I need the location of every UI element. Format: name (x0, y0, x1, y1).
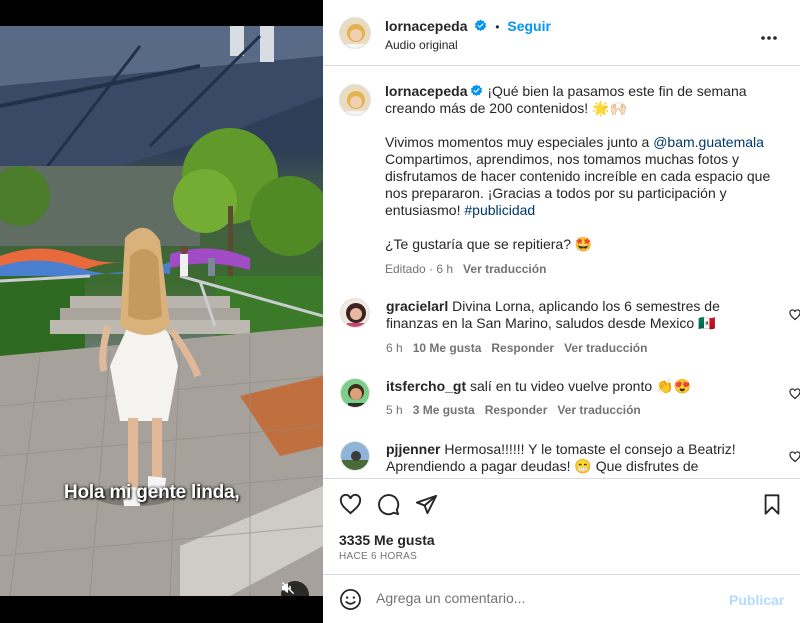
comment-text: itsfercho_gt salí en tu video vuelve pro… (386, 378, 736, 395)
reply-button[interactable]: Responder (485, 403, 548, 417)
caption-avatar[interactable] (339, 84, 371, 116)
caption-translate-link[interactable]: Ver traducción (463, 261, 546, 278)
comment-text: pjjenner Hermosa!!!!!! Y le tomaste el c… (386, 441, 736, 475)
author-avatar[interactable] (339, 17, 371, 49)
comments-list[interactable]: lornacepeda ¡Qué bien la pasamos este fi… (323, 67, 800, 477)
comment-username[interactable]: itsfercho_gt (386, 378, 466, 394)
post-caption: lornacepeda ¡Qué bien la pasamos este fi… (385, 83, 780, 278)
audio-label[interactable]: Audio original (385, 38, 458, 52)
comment-body: salí en tu video vuelve pronto 👏😍 (470, 378, 691, 394)
add-comment-bar: Publicar (323, 574, 800, 623)
reel-video[interactable]: Hola mi gente linda, (0, 26, 323, 596)
comment-like-button[interactable] (789, 450, 800, 466)
comment-like-button[interactable] (789, 308, 800, 324)
comment-username[interactable]: pjjenner (386, 441, 440, 457)
post-time: HACE 6 HORAS (339, 551, 418, 562)
comment-avatar[interactable] (340, 441, 370, 471)
paper-plane-icon (415, 494, 438, 519)
smiley-icon (339, 589, 362, 614)
comment-translate-link[interactable]: Ver traducción (564, 341, 647, 355)
post-panel: lornacepeda • Seguir Audio original lorn… (323, 0, 800, 623)
publish-button[interactable]: Publicar (729, 592, 784, 608)
comment-like-button[interactable] (789, 387, 800, 403)
caption-username[interactable]: lornacepeda (385, 83, 467, 99)
header-user-row: lornacepeda • Seguir (385, 18, 551, 34)
comment-avatar[interactable] (340, 298, 370, 328)
follow-button[interactable]: Seguir (507, 18, 551, 34)
video-panel: Hola mi gente linda, (0, 0, 323, 623)
video-caption: Hola mi gente linda, (64, 482, 240, 503)
post-header: lornacepeda • Seguir Audio original (323, 0, 800, 66)
more-horizontal-icon (760, 28, 778, 44)
comment-text: gracielarl Divina Lorna, aplicando los 6… (386, 298, 736, 332)
caption-line-3: ¿Te gustaría que se repitiera? 🤩 (385, 236, 593, 252)
comment-username[interactable]: gracielarl (386, 298, 448, 314)
like-button[interactable] (339, 493, 362, 519)
caption-line-2-prefix: Vivimos momentos muy especiales junto a (385, 134, 654, 150)
reply-button[interactable]: Responder (491, 341, 554, 355)
video-scene (0, 26, 323, 596)
comment-avatar[interactable] (340, 378, 370, 408)
caption-line-2-suffix: Compartimos, aprendimos, nos tomamos muc… (385, 151, 771, 218)
likes-count[interactable]: 3335 Me gusta (339, 532, 435, 548)
comment-translate-link[interactable]: Ver traducción (557, 403, 640, 417)
comment-likes[interactable]: 10 Me gusta (413, 341, 482, 355)
heart-outline-icon (789, 308, 800, 324)
more-options-button[interactable] (760, 28, 778, 44)
comment-meta: 6 h 10 Me gusta Responder Ver traducción (386, 341, 647, 355)
comment-button[interactable] (377, 493, 400, 519)
share-button[interactable] (415, 493, 438, 519)
verified-badge-icon (470, 84, 483, 97)
comment-time: 5 h (386, 403, 403, 417)
hashtag-link[interactable]: #publicidad (464, 202, 535, 218)
heart-outline-icon (789, 387, 800, 403)
heart-outline-icon (789, 450, 800, 466)
caption-edited: Editado · 6 h (385, 262, 454, 276)
comment-likes[interactable]: 3 Me gusta (413, 403, 475, 417)
comment-meta: 5 h 3 Me gusta Responder Ver traducción (386, 403, 641, 417)
author-username[interactable]: lornacepeda (385, 18, 467, 34)
comment-time: 6 h (386, 341, 403, 355)
header-separator: • (495, 20, 500, 34)
comment-input[interactable] (376, 590, 716, 606)
save-button[interactable] (761, 493, 783, 519)
caption-meta: Editado · 6 h Ver traducción (385, 261, 780, 278)
comment-bubble-icon (377, 494, 400, 519)
bookmark-icon (761, 494, 783, 519)
verified-badge-icon (474, 19, 487, 32)
emoji-button[interactable] (339, 588, 362, 614)
heart-icon (339, 493, 362, 519)
action-bar: 3335 Me gusta HACE 6 HORAS (323, 478, 800, 574)
mention-link[interactable]: @bam.guatemala (653, 134, 764, 150)
